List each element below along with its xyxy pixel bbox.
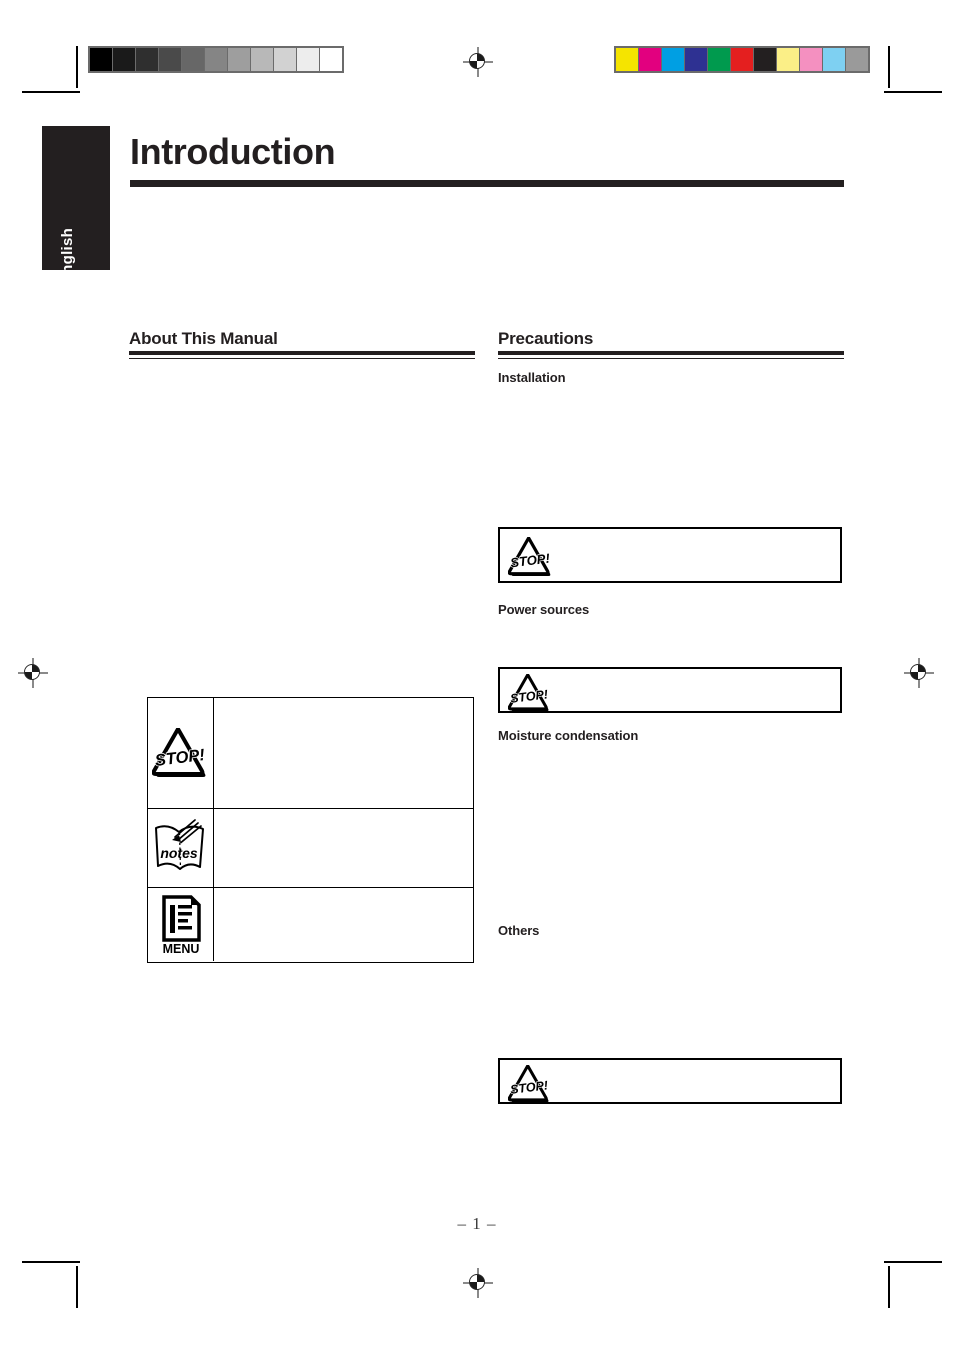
color-swatch xyxy=(639,48,661,71)
color-swatch xyxy=(685,48,707,71)
crop-mark-bottom-left-horizontal xyxy=(22,1261,80,1263)
legend-description-menu xyxy=(214,888,473,961)
menu-document-icon: MENU xyxy=(161,894,201,956)
color-swatch xyxy=(823,48,845,71)
crop-mark-top-left-vertical xyxy=(76,46,78,88)
manual-page: English Introduction About This Manual S… xyxy=(0,0,954,1351)
language-tab-english: English xyxy=(42,126,110,284)
svg-text:MENU: MENU xyxy=(162,942,199,956)
gray-swatch xyxy=(182,48,204,71)
color-swatch xyxy=(708,48,730,71)
gray-swatch xyxy=(274,48,296,71)
page-title-rule xyxy=(130,180,844,187)
color-swatch xyxy=(777,48,799,71)
stop-sign-icon: STOP! xyxy=(508,1065,549,1103)
color-swatch xyxy=(616,48,638,71)
legend-description-notes xyxy=(214,809,473,887)
section-rule-thin-left xyxy=(129,358,475,359)
legend-icon-cell-menu: MENU xyxy=(148,888,214,961)
svg-text:notes: notes xyxy=(160,845,198,861)
color-swatch xyxy=(846,48,868,71)
color-swatch xyxy=(731,48,753,71)
manual-symbol-legend-table: STOP! notes MENU xyxy=(147,697,474,963)
notes-book-icon: notes xyxy=(154,819,204,870)
section-rule-thin-right xyxy=(498,358,844,359)
gray-swatch xyxy=(136,48,158,71)
gray-swatch xyxy=(159,48,181,71)
caution-box-power-sources: STOP! xyxy=(498,667,842,713)
page-number: – 1 – xyxy=(457,1214,497,1233)
table-row: STOP! xyxy=(148,698,473,809)
color-swatch xyxy=(662,48,684,71)
crop-mark-top-right-vertical xyxy=(888,46,890,88)
crop-mark-top-right-horizontal xyxy=(884,91,942,93)
subheading-moisture-condensation: Moisture condensation xyxy=(498,728,639,743)
section-heading-about-this-manual: About This Manual xyxy=(129,329,278,348)
gray-swatch xyxy=(90,48,112,71)
stop-sign-icon: STOP! xyxy=(151,728,207,777)
grayscale-calibration-strip xyxy=(88,46,344,73)
language-tab-label: English xyxy=(59,227,76,285)
table-row: notes xyxy=(148,809,473,888)
subheading-installation: Installation xyxy=(498,370,566,385)
page-title: Introduction xyxy=(130,131,336,172)
crop-mark-bottom-left-vertical xyxy=(76,1266,78,1308)
caution-box-others: STOP! xyxy=(498,1058,842,1104)
subheading-power-sources: Power sources xyxy=(498,602,590,617)
legend-icon-cell-notes: notes xyxy=(148,809,214,887)
color-swatch xyxy=(800,48,822,71)
gray-swatch xyxy=(205,48,227,71)
gray-swatch xyxy=(228,48,250,71)
crop-mark-top-left-horizontal xyxy=(22,91,80,93)
color-calibration-strip xyxy=(614,46,870,73)
section-heading-precautions: Precautions xyxy=(498,329,594,348)
stop-sign-icon: STOP! xyxy=(508,674,549,712)
crop-mark-bottom-right-vertical xyxy=(888,1266,890,1308)
color-swatch xyxy=(754,48,776,71)
crop-mark-bottom-right-horizontal xyxy=(884,1261,942,1263)
registration-mark-left xyxy=(18,658,48,688)
gray-swatch xyxy=(320,48,342,71)
gray-swatch xyxy=(251,48,273,71)
section-rule-thick-right xyxy=(498,351,844,355)
registration-mark-top xyxy=(463,47,493,77)
gray-swatch xyxy=(297,48,319,71)
registration-mark-bottom xyxy=(463,1268,493,1298)
gray-swatch xyxy=(113,48,135,71)
registration-mark-right xyxy=(904,658,934,688)
legend-icon-cell-stop: STOP! xyxy=(148,698,214,808)
stop-sign-icon: STOP! xyxy=(508,537,552,577)
table-row: MENU xyxy=(148,888,473,961)
caution-box-installation: STOP! xyxy=(498,527,842,583)
legend-description-stop xyxy=(214,698,473,808)
subheading-others: Others xyxy=(498,923,540,938)
section-rule-thick-left xyxy=(129,351,475,355)
